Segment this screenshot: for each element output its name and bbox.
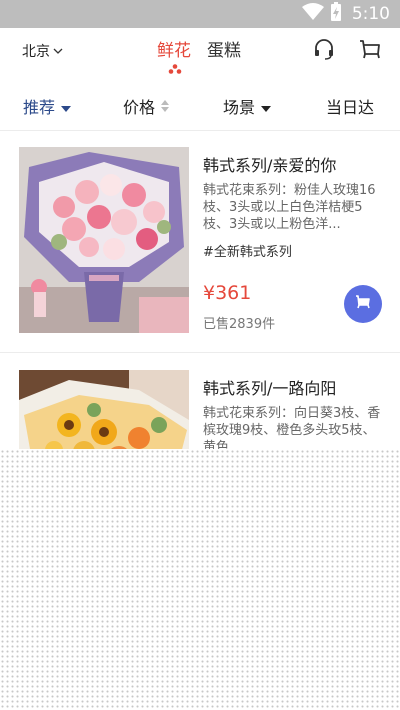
cart-icon xyxy=(355,294,371,314)
cart-icon[interactable] xyxy=(359,38,381,64)
app-header: 北京 鲜花 蛋糕 xyxy=(0,28,400,76)
tab-cakes[interactable]: 蛋糕 xyxy=(207,36,241,61)
city-selector[interactable]: 北京 xyxy=(22,41,63,61)
filter-scene[interactable]: 场景 xyxy=(223,94,272,118)
product-image[interactable] xyxy=(19,147,189,333)
filter-price-label: 价格 xyxy=(123,98,156,117)
triangle-down-icon xyxy=(255,97,272,116)
headset-icon[interactable] xyxy=(313,38,335,64)
tab-flowers[interactable]: 鲜花 xyxy=(157,36,191,74)
triangle-down-icon xyxy=(55,97,72,116)
row-divider xyxy=(0,352,400,353)
tab-cakes-label: 蛋糕 xyxy=(207,41,241,61)
status-bar: 5:10 xyxy=(0,0,400,28)
city-label: 北京 xyxy=(22,44,50,60)
battery-charging-icon xyxy=(330,2,342,26)
product-tag: #全新韩式系列 xyxy=(203,245,292,260)
filter-scene-label: 场景 xyxy=(223,98,256,117)
product-title: 韩式系列/亲爱的你 xyxy=(203,156,337,175)
status-time: 5:10 xyxy=(351,4,390,24)
filter-recommend[interactable]: 推荐 xyxy=(23,94,72,118)
product-card[interactable]: 韩式系列/亲爱的你 韩式花束系列：粉佳人玫瑰16枝、3头或以上白色洋桔梗5枝、3… xyxy=(0,147,400,337)
product-price: ¥361 xyxy=(203,282,252,304)
product-description: 韩式花束系列：粉佳人玫瑰16枝、3头或以上白色洋桔梗5枝、3头或以上粉色洋... xyxy=(203,183,376,232)
filter-bar: 推荐 价格 场景 当日达 xyxy=(0,86,400,122)
active-dots-icon xyxy=(167,59,183,74)
filter-price[interactable]: 价格 xyxy=(123,94,170,118)
tab-flowers-label: 鲜花 xyxy=(157,41,191,61)
filter-same-day-label: 当日达 xyxy=(326,98,375,117)
wifi-icon xyxy=(301,3,324,25)
loading-overlay xyxy=(0,449,400,710)
filter-divider xyxy=(0,130,400,131)
product-sold-count: 已售2839件 xyxy=(203,317,276,332)
filter-recommend-label: 推荐 xyxy=(23,98,56,117)
chevron-down-icon xyxy=(50,43,63,59)
filter-same-day[interactable]: 当日达 xyxy=(326,94,374,118)
product-title: 韩式系列/一路向阳 xyxy=(203,379,337,398)
add-to-cart-button[interactable] xyxy=(344,285,382,323)
category-tabs: 鲜花 蛋糕 xyxy=(157,36,241,74)
status-icons: 5:10 xyxy=(301,2,390,26)
sort-updown-icon xyxy=(155,97,170,116)
